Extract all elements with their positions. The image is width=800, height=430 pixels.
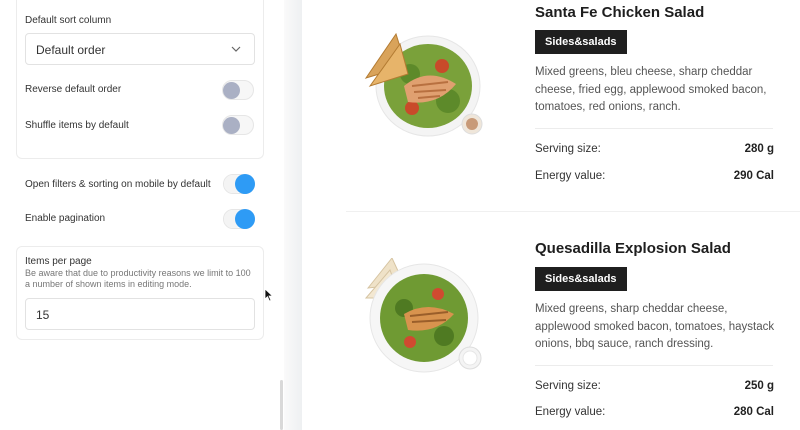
serving-size-label: Serving size: — [535, 143, 601, 155]
default-sort-value: Default order — [36, 43, 106, 57]
shuffle-items-label: Shuffle items by default — [25, 120, 129, 131]
toggle-knob — [235, 209, 255, 229]
serving-size-value: 280 g — [744, 143, 774, 155]
default-sort-label: Default sort column — [25, 15, 112, 26]
energy-value-value: 280 Cal — [733, 406, 774, 418]
energy-value-label: Energy value: — [535, 406, 606, 418]
mobile-filters-label: Open filters & sorting on mobile by defa… — [25, 179, 211, 190]
divider — [535, 128, 773, 129]
category-tag: Sides&salads — [535, 30, 627, 54]
panel-divider — [284, 0, 302, 430]
energy-value-label: Energy value: — [535, 170, 606, 182]
shuffle-items-toggle[interactable] — [222, 115, 254, 135]
items-per-page-label: Items per page — [25, 256, 92, 267]
menu-item-title: Quesadilla Explosion Salad — [535, 240, 731, 257]
pagination-toggle[interactable] — [223, 209, 255, 229]
pagination-label: Enable pagination — [25, 213, 106, 224]
toggle-knob — [223, 117, 240, 134]
panel-scrollbar[interactable] — [280, 380, 283, 430]
mobile-filters-toggle[interactable] — [223, 174, 255, 194]
serving-size-label: Serving size: — [535, 380, 601, 392]
chevron-down-icon — [231, 46, 241, 52]
menu-item-description: Mixed greens, sharp cheddar cheese, appl… — [535, 303, 775, 350]
reverse-order-label: Reverse default order — [25, 84, 122, 95]
santa-fe-salad-image[interactable] — [360, 26, 490, 138]
toggle-knob — [235, 174, 255, 194]
items-per-page-input[interactable]: 15 — [25, 298, 255, 330]
default-sort-select[interactable]: Default order — [25, 33, 255, 65]
settings-panel: Default sort column Default order Revers… — [0, 0, 284, 430]
item-separator — [346, 211, 800, 212]
menu-item-description: Mixed greens, bleu cheese, sharp cheddar… — [535, 66, 767, 113]
serving-size-value: 250 g — [744, 380, 774, 392]
mouse-cursor-icon — [264, 288, 274, 302]
quesadilla-salad-image[interactable] — [364, 258, 490, 378]
reverse-order-toggle[interactable] — [222, 80, 254, 100]
menu-preview: Santa Fe Chicken Salad Sides&salads Mixe… — [302, 0, 800, 430]
toggle-knob — [223, 82, 240, 99]
divider — [535, 365, 773, 366]
category-tag: Sides&salads — [535, 267, 627, 291]
energy-value-value: 290 Cal — [733, 170, 774, 182]
items-per-page-value: 15 — [36, 308, 50, 322]
menu-item-title: Santa Fe Chicken Salad — [535, 4, 705, 21]
items-per-page-helper: Be aware that due to productivity reason… — [25, 268, 251, 289]
